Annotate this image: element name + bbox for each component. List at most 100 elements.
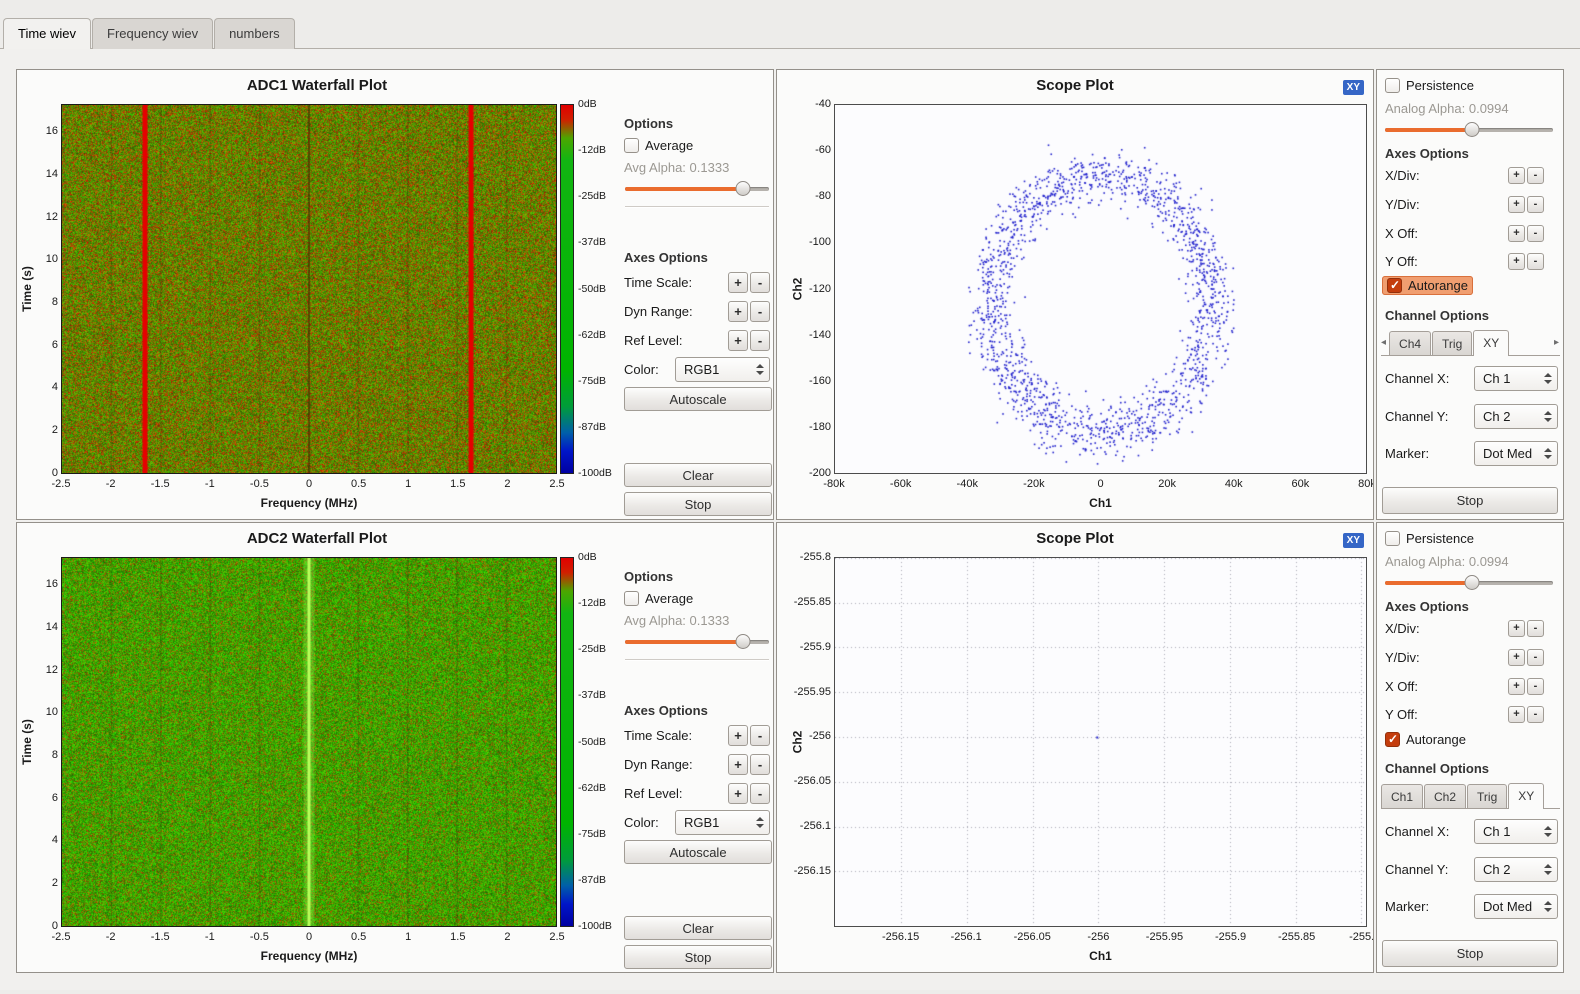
- autorange-checkbox[interactable]: Autorange: [1385, 732, 1466, 747]
- tab-frequency-wiev[interactable]: Frequency wiev: [92, 18, 213, 49]
- checkbox-unchecked-icon[interactable]: [1385, 531, 1400, 546]
- persistence-checkbox[interactable]: Persistence: [1385, 78, 1474, 93]
- ref-level-decrease-button[interactable]: -: [750, 330, 770, 351]
- y-off-label: Y Off:: [1385, 254, 1418, 269]
- marker-select[interactable]: Dot Med: [1474, 441, 1558, 466]
- y-div-decrease-button[interactable]: -: [1527, 649, 1544, 666]
- spinner-arrows-icon[interactable]: [1544, 411, 1552, 422]
- time-scale-increase-button[interactable]: +: [728, 272, 748, 293]
- color-select[interactable]: RGB1: [675, 357, 770, 382]
- slider-handle[interactable]: [1465, 122, 1480, 137]
- analog-alpha-slider[interactable]: [1385, 575, 1553, 590]
- spinner-arrows-icon[interactable]: [1544, 901, 1552, 912]
- x-off-decrease-button[interactable]: -: [1527, 225, 1544, 242]
- autoscale-button[interactable]: Autoscale: [624, 840, 772, 864]
- tick-label: 0.5: [351, 931, 366, 943]
- channel-y-value: Ch 2: [1483, 862, 1538, 877]
- y-div-decrease-button[interactable]: -: [1527, 196, 1544, 213]
- color-select[interactable]: RGB1: [675, 810, 770, 835]
- checkbox-unchecked-icon[interactable]: [1385, 78, 1400, 93]
- spinner-arrows-icon[interactable]: [756, 364, 764, 375]
- y-off-increase-button[interactable]: +: [1508, 253, 1525, 270]
- stop-button[interactable]: Stop: [1382, 940, 1558, 967]
- scope2-plot-area[interactable]: [834, 557, 1367, 927]
- time-scale-decrease-button[interactable]: -: [750, 725, 770, 746]
- tab-xy[interactable]: XY: [1508, 783, 1544, 809]
- time-scale-increase-button[interactable]: +: [728, 725, 748, 746]
- scope1-plot-area[interactable]: [834, 104, 1367, 474]
- tab-xy[interactable]: XY: [1473, 330, 1509, 356]
- y-off-increase-button[interactable]: +: [1508, 706, 1525, 723]
- x-off-increase-button[interactable]: +: [1508, 678, 1525, 695]
- marker-select[interactable]: Dot Med: [1474, 894, 1558, 919]
- dyn-range-decrease-button[interactable]: -: [750, 754, 770, 775]
- stop-button[interactable]: Stop: [624, 492, 772, 516]
- ref-level-increase-button[interactable]: +: [728, 330, 748, 351]
- x-off-increase-button[interactable]: +: [1508, 225, 1525, 242]
- tab-numbers[interactable]: numbers: [214, 18, 295, 49]
- waterfall2-heatmap[interactable]: [61, 557, 557, 927]
- autorange-checkbox[interactable]: Autorange: [1382, 276, 1473, 295]
- slider-handle[interactable]: [736, 181, 751, 196]
- tick-label: 2: [52, 424, 58, 436]
- clear-button[interactable]: Clear: [624, 463, 772, 487]
- tab-ch4[interactable]: Ch4: [1389, 331, 1431, 355]
- x-div-increase-button[interactable]: +: [1508, 167, 1525, 184]
- channel-y-select[interactable]: Ch 2: [1474, 404, 1558, 429]
- average-checkbox[interactable]: Average: [624, 591, 693, 606]
- time-scale-decrease-button[interactable]: -: [750, 272, 770, 293]
- autoscale-button[interactable]: Autoscale: [624, 387, 772, 411]
- y-div-increase-button[interactable]: +: [1508, 649, 1525, 666]
- spinner-arrows-icon[interactable]: [756, 817, 764, 828]
- tab-ch1[interactable]: Ch1: [1381, 784, 1423, 808]
- channel-x-select[interactable]: Ch 1: [1474, 366, 1558, 391]
- checkbox-unchecked-icon[interactable]: [624, 138, 639, 153]
- tick-label: -100dB: [578, 920, 612, 932]
- x-div-increase-button[interactable]: +: [1508, 620, 1525, 637]
- persistence-checkbox[interactable]: Persistence: [1385, 531, 1474, 546]
- avg-alpha-slider[interactable]: [625, 634, 769, 649]
- tab-ch2[interactable]: Ch2: [1424, 784, 1466, 808]
- scope-controls-panel-1: Persistence Analog Alpha: 0.0994 Axes Op…: [1376, 69, 1564, 520]
- dyn-range-row: Dyn Range: + -: [624, 301, 772, 322]
- slider-handle[interactable]: [736, 634, 751, 649]
- analog-alpha-slider[interactable]: [1385, 122, 1553, 137]
- spinner-arrows-icon[interactable]: [1544, 864, 1552, 875]
- channel-y-select[interactable]: Ch 2: [1474, 857, 1558, 882]
- x-off-decrease-button[interactable]: -: [1527, 678, 1544, 695]
- tab-trig[interactable]: Trig: [1432, 331, 1472, 355]
- dyn-range-decrease-button[interactable]: -: [750, 301, 770, 322]
- tab-scroll-left-icon[interactable]: ◂: [1381, 337, 1389, 355]
- x-div-decrease-button[interactable]: -: [1527, 167, 1544, 184]
- avg-alpha-slider[interactable]: [625, 181, 769, 196]
- tick-label: -75dB: [578, 828, 606, 840]
- stop-button[interactable]: Stop: [624, 945, 772, 969]
- y-div-increase-button[interactable]: +: [1508, 196, 1525, 213]
- tick-label: -87dB: [578, 874, 606, 886]
- y-off-decrease-button[interactable]: -: [1527, 253, 1544, 270]
- y-off-decrease-button[interactable]: -: [1527, 706, 1544, 723]
- checkbox-unchecked-icon[interactable]: [624, 591, 639, 606]
- dyn-range-increase-button[interactable]: +: [728, 301, 748, 322]
- tab-scroll-right-icon[interactable]: ▸: [1554, 337, 1560, 355]
- x-div-decrease-button[interactable]: -: [1527, 620, 1544, 637]
- spinner-arrows-icon[interactable]: [1544, 373, 1552, 384]
- stop-button[interactable]: Stop: [1382, 487, 1558, 514]
- channel-x-select[interactable]: Ch 1: [1474, 819, 1558, 844]
- ref-level-decrease-button[interactable]: -: [750, 783, 770, 804]
- checkbox-checked-icon[interactable]: [1385, 732, 1400, 747]
- spinner-arrows-icon[interactable]: [1544, 448, 1552, 459]
- waterfall1-colorbar: [560, 104, 574, 474]
- tick-label: 4: [52, 834, 58, 846]
- average-checkbox[interactable]: Average: [624, 138, 693, 153]
- tab-trig[interactable]: Trig: [1467, 784, 1507, 808]
- spinner-arrows-icon[interactable]: [1544, 826, 1552, 837]
- tab-time-wiev[interactable]: Time wiev: [3, 18, 91, 49]
- clear-button[interactable]: Clear: [624, 916, 772, 940]
- dyn-range-increase-button[interactable]: +: [728, 754, 748, 775]
- slider-handle[interactable]: [1465, 575, 1480, 590]
- waterfall1-heatmap[interactable]: [61, 104, 557, 474]
- ref-level-increase-button[interactable]: +: [728, 783, 748, 804]
- dyn-range-label: Dyn Range:: [624, 304, 693, 319]
- checkbox-checked-icon[interactable]: [1387, 278, 1402, 293]
